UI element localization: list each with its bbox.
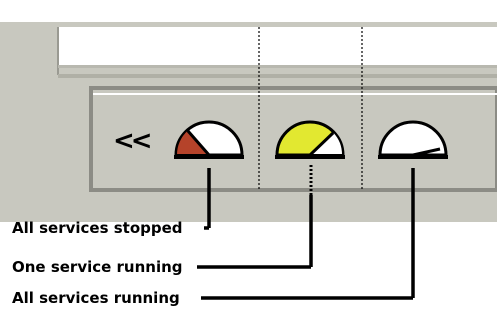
callout-all-running: All services running (12, 289, 180, 307)
collapse-chevron-icon[interactable]: << (113, 128, 153, 154)
callout-one-running: One service running (12, 258, 183, 276)
top-strip (0, 0, 497, 22)
status-diagram: << All services stopped One service runn… (0, 0, 497, 325)
callout-all-stopped: All services stopped (12, 219, 183, 237)
diagram-svg (0, 0, 497, 300)
band-line-2 (58, 74, 497, 78)
window-panel (58, 27, 497, 65)
band-line-1 (58, 65, 497, 68)
